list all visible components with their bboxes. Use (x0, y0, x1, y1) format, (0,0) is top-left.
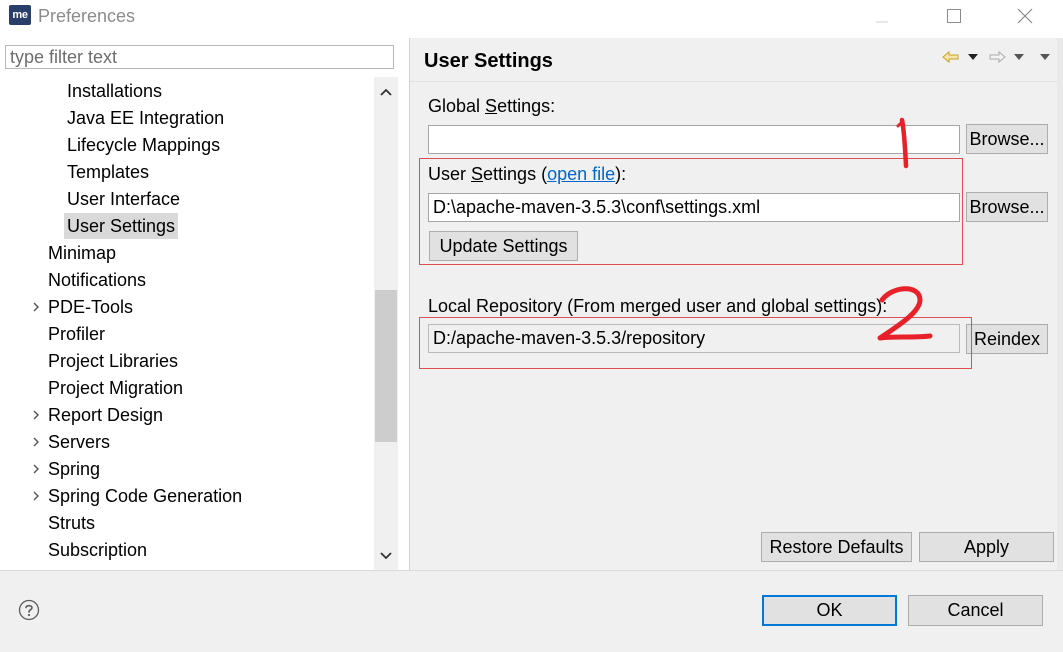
forward-menu-icon (1014, 54, 1024, 60)
annotation-mark-2 (877, 286, 933, 341)
tree-item[interactable]: Spring (45, 456, 103, 482)
scroll-up-button[interactable] (374, 79, 398, 105)
expand-chevron-icon[interactable] (31, 294, 41, 320)
view-menu-button[interactable] (1038, 47, 1052, 67)
help-icon[interactable] (18, 599, 40, 621)
tree-item[interactable]: Struts (45, 510, 98, 536)
forward-arrow-icon (989, 50, 1006, 64)
scroll-down-button[interactable] (374, 543, 398, 569)
back-menu-icon (968, 54, 978, 60)
tree-item[interactable]: Notifications (45, 267, 149, 293)
tree-item[interactable]: Spring Code Generation (45, 483, 245, 509)
restore-defaults-button[interactable]: Restore Defaults (761, 532, 912, 562)
tree-item[interactable]: Templates (64, 159, 152, 185)
tree-item[interactable]: Project Libraries (45, 348, 181, 374)
tree-item[interactable]: Installations (64, 78, 165, 104)
page-title: User Settings (424, 50, 553, 72)
tree-item[interactable]: Lifecycle Mappings (64, 132, 223, 158)
view-menu-icon (1040, 54, 1050, 60)
expand-chevron-icon[interactable] (31, 429, 41, 455)
cancel-button[interactable]: Cancel (908, 595, 1043, 626)
tree-item[interactable]: PDE-Tools (45, 294, 136, 320)
window-title: Preferences (38, 6, 136, 26)
ok-button[interactable]: OK (762, 595, 897, 626)
chevron-down-icon (380, 552, 392, 560)
minimize-icon (876, 21, 888, 23)
filter-input[interactable] (5, 45, 394, 69)
tree-item[interactable]: Java EE Integration (64, 105, 227, 131)
tree-item[interactable]: User Interface (64, 186, 183, 212)
back-button[interactable] (942, 47, 960, 67)
global-browse-button[interactable]: Browse... (966, 124, 1048, 154)
window-edge (1057, 38, 1063, 652)
reindex-button[interactable]: Reindex (966, 324, 1048, 354)
tree-item[interactable]: Subscription (45, 537, 150, 563)
tree-item[interactable]: Report Design (45, 402, 166, 428)
back-arrow-icon (942, 50, 959, 64)
apply-button[interactable]: Apply (919, 532, 1054, 562)
maximize-icon (947, 9, 961, 23)
forward-button[interactable] (988, 47, 1006, 67)
expand-chevron-icon[interactable] (31, 456, 41, 482)
scroll-thumb[interactable] (375, 290, 397, 442)
forward-history-button[interactable] (1012, 47, 1026, 67)
tree-item[interactable]: Profiler (45, 321, 108, 347)
dialog-footer (0, 571, 1063, 652)
expand-chevron-icon[interactable] (31, 483, 41, 509)
tree-item[interactable]: Minimap (45, 240, 119, 266)
app-logo: me (9, 5, 31, 25)
preference-tree: Installations Java EE Integration Lifecycl… (0, 77, 372, 567)
close-icon (1017, 8, 1033, 24)
tree-item[interactable]: Project Migration (45, 375, 186, 401)
chevron-up-icon (380, 88, 392, 96)
annotation-mark-1 (896, 117, 909, 169)
minimize-button[interactable] (860, 0, 904, 32)
local-repository-label: Local Repository (From merged user and g… (428, 296, 888, 316)
user-browse-button[interactable]: Browse... (966, 192, 1048, 222)
tree-item[interactable]: User Settings (64, 213, 179, 239)
title-bar: me Preferences (0, 0, 1063, 33)
back-history-button[interactable] (966, 47, 980, 67)
expand-chevron-icon[interactable] (31, 402, 41, 428)
maximize-button[interactable] (932, 0, 976, 32)
close-button[interactable] (1003, 0, 1047, 32)
global-settings-label: Global Settings: (428, 96, 556, 116)
tree-item[interactable]: Servers (45, 429, 113, 455)
